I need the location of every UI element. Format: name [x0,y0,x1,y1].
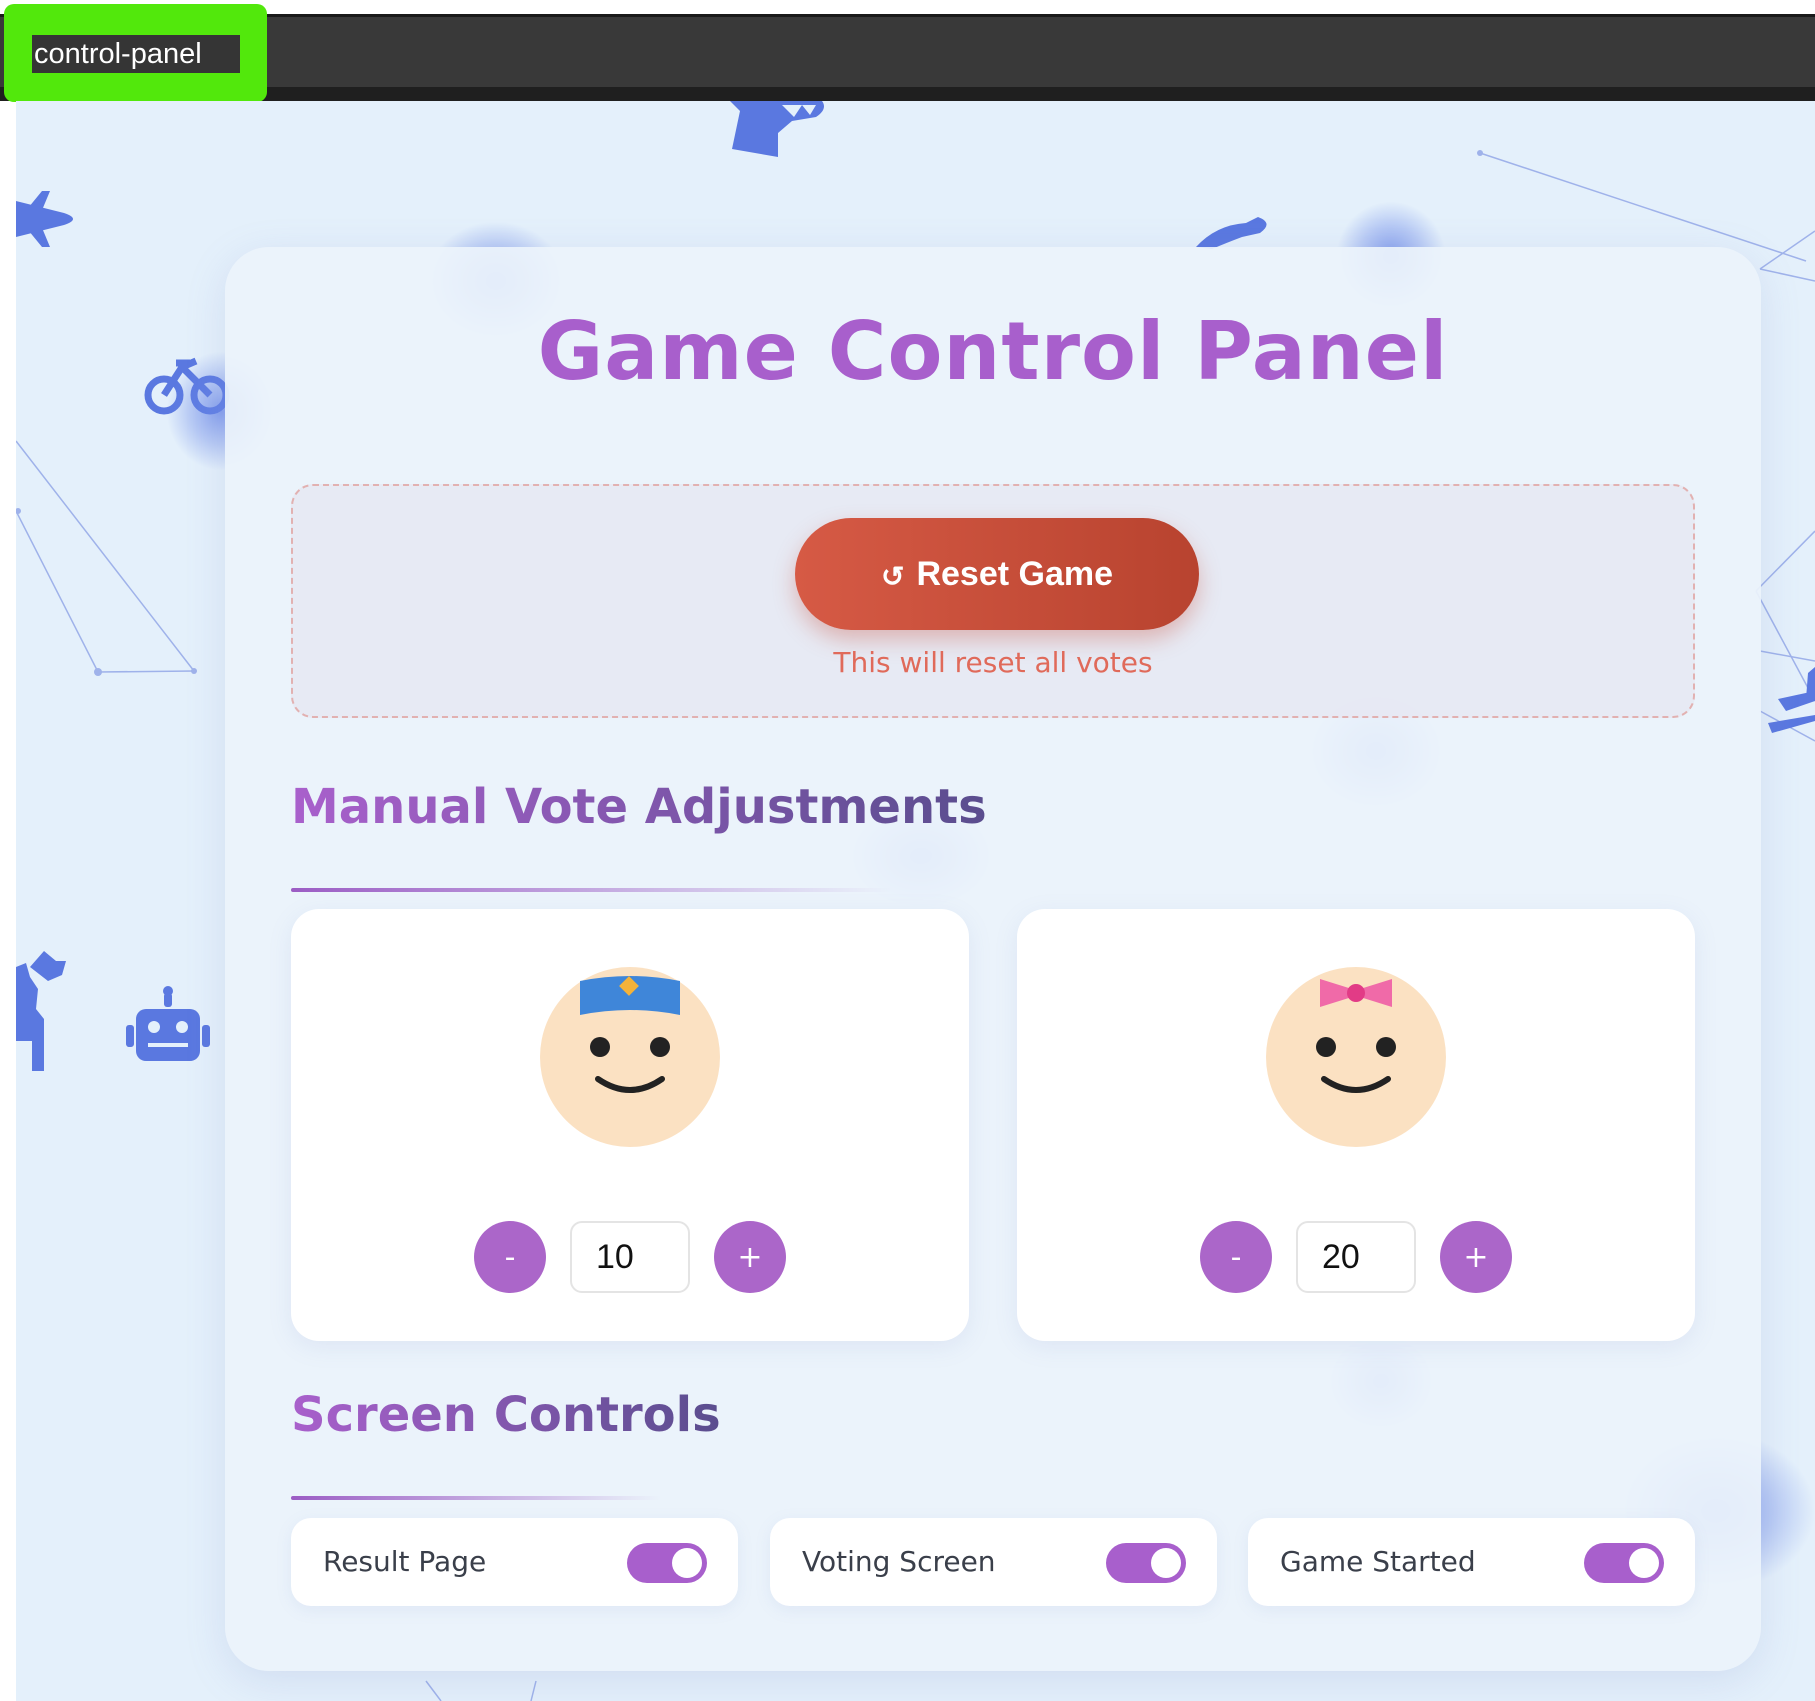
page-viewport: Game Control Panel ↺ Reset Game This wil… [16,101,1815,1701]
vote-stepper: - + [1017,1221,1695,1293]
reset-section: ↺ Reset Game This will reset all votes [291,484,1695,718]
manual-votes-underline [291,888,891,892]
page-title: Game Control Panel [537,305,1449,398]
airplane-icon [16,191,73,247]
robot-icon [126,986,210,1061]
toggle-knob [672,1548,702,1578]
vote-stepper: - + [291,1221,969,1293]
toggle-card-voting-screen: Voting Screen [770,1518,1217,1606]
dog-icon [16,951,66,1071]
reset-icon: ↺ [880,560,905,592]
reset-warning: This will reset all votes [833,646,1153,679]
vote-count-input[interactable] [1296,1221,1416,1293]
vote-card-2: - + [1017,909,1695,1341]
manual-votes-heading: Manual Vote Adjustments [291,779,987,835]
toggle-label: Result Page [323,1545,487,1578]
decrement-button[interactable]: - [1200,1221,1272,1293]
screen-controls-underline [291,1496,661,1500]
reset-game-button[interactable]: ↺ Reset Game [795,518,1199,630]
girl-avatar-icon [1266,967,1446,1147]
result-page-toggle[interactable] [627,1543,707,1583]
toggle-label: Voting Screen [802,1545,996,1578]
browser-tab-bar [0,14,1815,101]
dinosaur-icon [730,101,824,157]
toggle-knob [1151,1548,1181,1578]
jet-icon [1768,667,1815,733]
toggle-label: Game Started [1280,1545,1476,1578]
decrement-button[interactable]: - [474,1221,546,1293]
boy-avatar-icon [540,967,720,1147]
lizard-icon [1196,217,1267,249]
increment-button[interactable]: + [1440,1221,1512,1293]
toggle-card-game-started: Game Started [1248,1518,1695,1606]
vote-count-input[interactable] [570,1221,690,1293]
voting-screen-toggle[interactable] [1106,1543,1186,1583]
reset-button-label: Reset Game [916,554,1113,593]
increment-button[interactable]: + [714,1221,786,1293]
tab-title[interactable]: control-panel [32,35,240,73]
toggle-knob [1629,1548,1659,1578]
toggle-card-result-page: Result Page [291,1518,738,1606]
vote-card-1: - + [291,909,969,1341]
game-started-toggle[interactable] [1584,1543,1664,1583]
screen-controls-heading: Screen Controls [291,1387,721,1443]
control-panel-card: Game Control Panel ↺ Reset Game This wil… [225,247,1761,1671]
